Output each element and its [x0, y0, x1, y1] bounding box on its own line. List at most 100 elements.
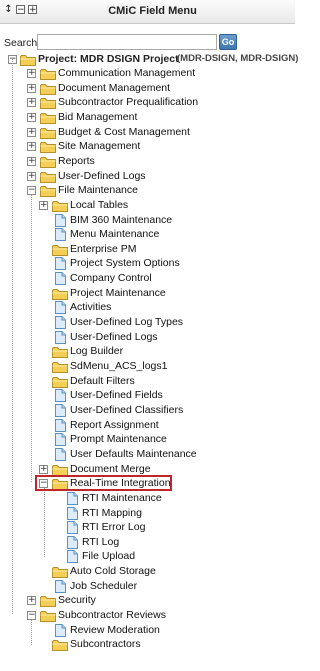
tree-node-label: SdMenu_ACS_logs1: [70, 360, 168, 372]
go-button[interactable]: Go: [219, 34, 237, 50]
document-icon: [66, 535, 78, 549]
folder-icon: [40, 610, 56, 623]
tree-node-label: File Upload: [82, 550, 136, 563]
tree-node-label: Company Control: [70, 272, 152, 285]
expand-icon[interactable]: +: [27, 142, 36, 152]
folder-icon: [40, 127, 56, 139]
folder-icon: [40, 83, 56, 95]
folder-icon: [40, 156, 56, 168]
highlight-box: [35, 475, 172, 492]
tree-node-label: Subcontractor Reviews: [58, 609, 166, 622]
search-bar: Search Go: [0, 34, 295, 52]
expand-icon[interactable]: +: [27, 112, 36, 122]
tree-node-label: User-Defined Logs: [58, 169, 146, 182]
tree-node-label: Report Assignment: [70, 418, 159, 431]
tree-guide-line: [31, 620, 32, 646]
tree-node-label: Review Moderation: [70, 623, 160, 636]
document-icon: [54, 257, 66, 271]
tree-node-label: Bid Management: [58, 110, 138, 123]
tree-guide-line: [44, 488, 45, 558]
document-icon: [54, 330, 66, 344]
tree-node-label: User-Defined Classifiers: [70, 403, 184, 416]
document-icon: [66, 521, 78, 535]
folder-icon: [52, 346, 68, 359]
tree-node-label: Site Management: [58, 140, 141, 153]
document-icon: [54, 418, 66, 432]
document-icon: [54, 579, 66, 593]
search-label: Search: [4, 37, 38, 49]
tree-node-label: Log Builder: [70, 345, 124, 358]
tree-node-label: User-Defined Log Types: [70, 316, 184, 329]
document-icon: [54, 272, 66, 286]
folder-icon: [40, 185, 56, 198]
document-icon: [54, 213, 66, 227]
expand-icon[interactable]: +: [27, 596, 36, 606]
tree-node-label: Default Filters: [70, 374, 135, 387]
folder-icon: [52, 464, 68, 476]
document-icon: [54, 228, 66, 242]
folder-icon: [40, 112, 56, 124]
tree-node-label: Security: [58, 594, 96, 607]
folder-icon: [40, 68, 56, 80]
tree-node-label: Project System Options: [70, 257, 180, 270]
tree-node-label: Subcontractors: [70, 638, 141, 651]
project-name: Project: MDR DSIGN Project: [38, 53, 179, 66]
folder-icon: [20, 54, 36, 67]
folder-icon: [52, 376, 68, 388]
folder-icon: [52, 566, 68, 579]
tree-node-label: Enterprise PM: [70, 242, 137, 255]
tree-node-label: Reports: [58, 154, 95, 167]
expand-icon[interactable]: +: [27, 171, 36, 181]
tree-node-label: User-Defined Fields: [70, 389, 163, 402]
collapse-icon[interactable]: −: [27, 186, 36, 196]
document-icon: [54, 403, 66, 417]
tree-node-label: Auto Cold Storage: [70, 565, 156, 578]
folder-icon: [52, 639, 68, 652]
tree-node-label: User Defaults Maintenance: [70, 447, 197, 460]
expand-icon[interactable]: +: [27, 127, 36, 137]
menu-title: CMiC Field Menu: [108, 5, 197, 17]
document-icon: [54, 447, 66, 461]
folder-icon: [52, 200, 68, 212]
search-input[interactable]: [37, 34, 217, 50]
project-code: (MDR-DSIGN, MDR-DSIGN): [177, 53, 299, 65]
collapse-icon[interactable]: −: [27, 611, 36, 621]
folder-icon: [40, 171, 56, 183]
folder-icon: [52, 288, 68, 300]
document-icon: [54, 316, 66, 330]
folder-icon: [40, 595, 56, 608]
expand-icon[interactable]: +: [27, 83, 36, 93]
folder-icon: [40, 97, 56, 110]
document-icon: [54, 389, 66, 403]
expand-icon[interactable]: +: [39, 200, 48, 210]
document-icon: [54, 301, 66, 315]
folder-icon: [52, 244, 68, 256]
folder-icon: [40, 141, 56, 154]
tree-node-label: Local Tables: [70, 198, 129, 211]
tree-node-label: RTI Maintenance: [82, 491, 162, 504]
tree-node-label: Job Scheduler: [70, 579, 138, 592]
tree-node-label: Project Maintenance: [70, 286, 166, 299]
tree-guide-line: [12, 58, 13, 615]
tree-node-label: Budget & Cost Management: [58, 125, 190, 138]
tree-node-label: Subcontractor Prequalification: [58, 96, 199, 109]
tree-node-label: BIM 360 Maintenance: [70, 213, 173, 226]
document-icon: [66, 550, 78, 564]
tree-node-label: User-Defined Logs: [70, 330, 158, 343]
tree-node-label: Menu Maintenance: [70, 228, 160, 241]
tree-node-label: Prompt Maintenance: [70, 433, 167, 446]
folder-icon: [52, 361, 68, 373]
tree-node-label: RTI Log: [82, 535, 120, 548]
tree-guide-line: [31, 195, 32, 483]
document-icon: [66, 506, 78, 520]
expand-icon[interactable]: +: [27, 69, 36, 78]
tree-node-label: RTI Mapping: [82, 506, 142, 519]
expand-icon[interactable]: +: [39, 464, 48, 474]
expand-icon[interactable]: +: [27, 156, 36, 166]
document-icon: [54, 623, 66, 637]
document-icon: [66, 491, 78, 505]
tree-node-label: File Maintenance: [58, 184, 138, 197]
tree-node-label: Activities: [70, 301, 112, 314]
expand-icon[interactable]: +: [27, 98, 36, 108]
tree-node-label: Communication Management: [58, 67, 196, 79]
